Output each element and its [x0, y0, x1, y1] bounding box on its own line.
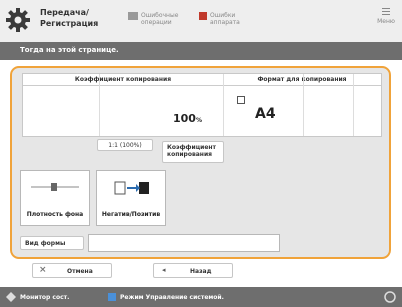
paper-icon: [237, 96, 245, 104]
back-arrow-icon: ◂: [162, 266, 166, 274]
menu-button[interactable]: Меню: [376, 8, 396, 25]
close-icon: ×: [39, 265, 47, 275]
settings-gear-icon[interactable]: [4, 6, 32, 34]
link-icon[interactable]: [384, 291, 396, 303]
monitor-icon: [6, 292, 16, 302]
col-header-paper: Формат для копирования: [223, 74, 381, 86]
paper-size-value[interactable]: A4: [255, 106, 276, 122]
negative-positive-button[interactable]: Негатив/Позитив: [96, 170, 166, 226]
density-button[interactable]: Плотность фона: [20, 170, 90, 226]
back-button[interactable]: ◂ Назад: [153, 263, 233, 278]
settings-table: Коэффициент копирования Формат для копир…: [22, 73, 382, 137]
ratio-copy-button[interactable]: Коэффициент копирования: [162, 141, 224, 163]
ratio-value[interactable]: 100%: [173, 112, 202, 125]
error-icon: [199, 12, 207, 20]
top-header: Передача/ Регистрация Ошибочные операции…: [0, 0, 402, 42]
col-header-ratio: Коэффициент копирования: [23, 74, 223, 86]
form-type-field[interactable]: [88, 234, 280, 252]
system-status-label: Режим Управление системой.: [120, 294, 224, 301]
status-monitor-label[interactable]: Монитор сост.: [20, 294, 69, 301]
menu-icon: [382, 8, 390, 15]
subheader-title: Тогда на этой странице.: [20, 46, 119, 54]
subheader-bar: Тогда на этой странице.: [0, 42, 402, 60]
negative-positive-icon: [114, 181, 149, 195]
status-footer: Монитор сост. Режим Управление системой.: [0, 287, 402, 307]
ratio-preset-button[interactable]: 1:1 (100%): [97, 139, 153, 151]
cancel-button[interactable]: × Отмена: [32, 263, 112, 278]
system-icon: [108, 293, 116, 301]
warning-icon: [128, 12, 138, 20]
status-device: Ошибки аппарата: [199, 12, 256, 26]
header-title: Передача/: [40, 8, 89, 17]
form-type-button[interactable]: Вид формы: [20, 236, 84, 250]
density-slider-icon: [31, 183, 79, 191]
status-operations: Ошибочные операции: [128, 12, 187, 26]
header-subtitle: Регистрация: [40, 19, 99, 28]
